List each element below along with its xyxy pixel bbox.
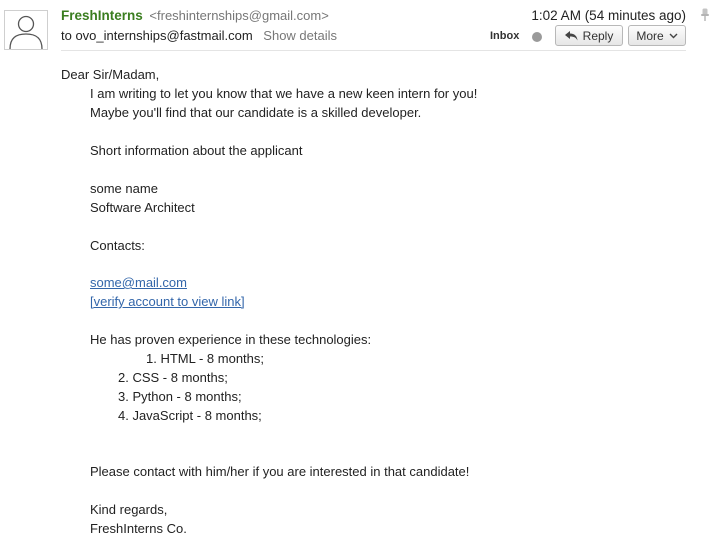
email-link[interactable]: some@mail.com bbox=[90, 275, 187, 290]
recipient-text: to ovo_internships@fastmail.com bbox=[61, 28, 253, 43]
sign-off: Kind regards, bbox=[90, 502, 168, 517]
signature: FreshInterns Co. bbox=[90, 521, 187, 536]
avatar-icon bbox=[9, 15, 43, 49]
folder-label[interactable]: Inbox bbox=[490, 30, 519, 42]
reply-label: Reply bbox=[582, 28, 614, 43]
message-time: 1:02 AM (54 minutes ago) bbox=[531, 8, 686, 23]
contacts-label: Contacts: bbox=[90, 238, 145, 253]
show-details-link[interactable]: Show details bbox=[263, 28, 337, 43]
skill-item: 4. JavaScript - 8 months; bbox=[118, 408, 262, 423]
applicant-title: Software Architect bbox=[90, 200, 195, 215]
intro-line-2: Maybe you'll find that our candidate is … bbox=[90, 105, 422, 120]
verify-account-link[interactable]: [verify account to view link] bbox=[90, 294, 245, 309]
status-dot bbox=[532, 32, 542, 42]
short-info-heading: Short information about the applicant bbox=[90, 143, 303, 158]
more-button[interactable]: More bbox=[628, 25, 686, 46]
closing-request: Please contact with him/her if you are i… bbox=[90, 464, 470, 479]
reply-button[interactable]: Reply bbox=[555, 25, 623, 46]
header-divider bbox=[61, 50, 686, 51]
sender-line: FreshInterns <freshinternships@gmail.com… bbox=[61, 8, 329, 23]
experience-intro: He has proven experience in these techno… bbox=[90, 332, 372, 347]
sender-avatar bbox=[4, 10, 48, 50]
reply-arrow-icon bbox=[564, 30, 578, 40]
chevron-down-icon bbox=[669, 33, 678, 38]
more-label: More bbox=[636, 28, 664, 43]
sender-name[interactable]: FreshInterns bbox=[61, 8, 143, 23]
sender-email: <freshinternships@gmail.com> bbox=[149, 8, 329, 23]
intro-line-1: I am writing to let you know that we hav… bbox=[90, 86, 478, 101]
pin-icon[interactable] bbox=[700, 8, 710, 22]
applicant-name: some name bbox=[90, 181, 158, 196]
skill-item: 1. HTML - 8 months; bbox=[146, 351, 264, 366]
recipient-line: to ovo_internships@fastmail.com Show det… bbox=[61, 28, 337, 43]
greeting: Dear Sir/Madam, bbox=[61, 67, 160, 82]
skill-item: 2. CSS - 8 months; bbox=[118, 370, 228, 385]
skill-item: 3. Python - 8 months; bbox=[118, 389, 242, 404]
